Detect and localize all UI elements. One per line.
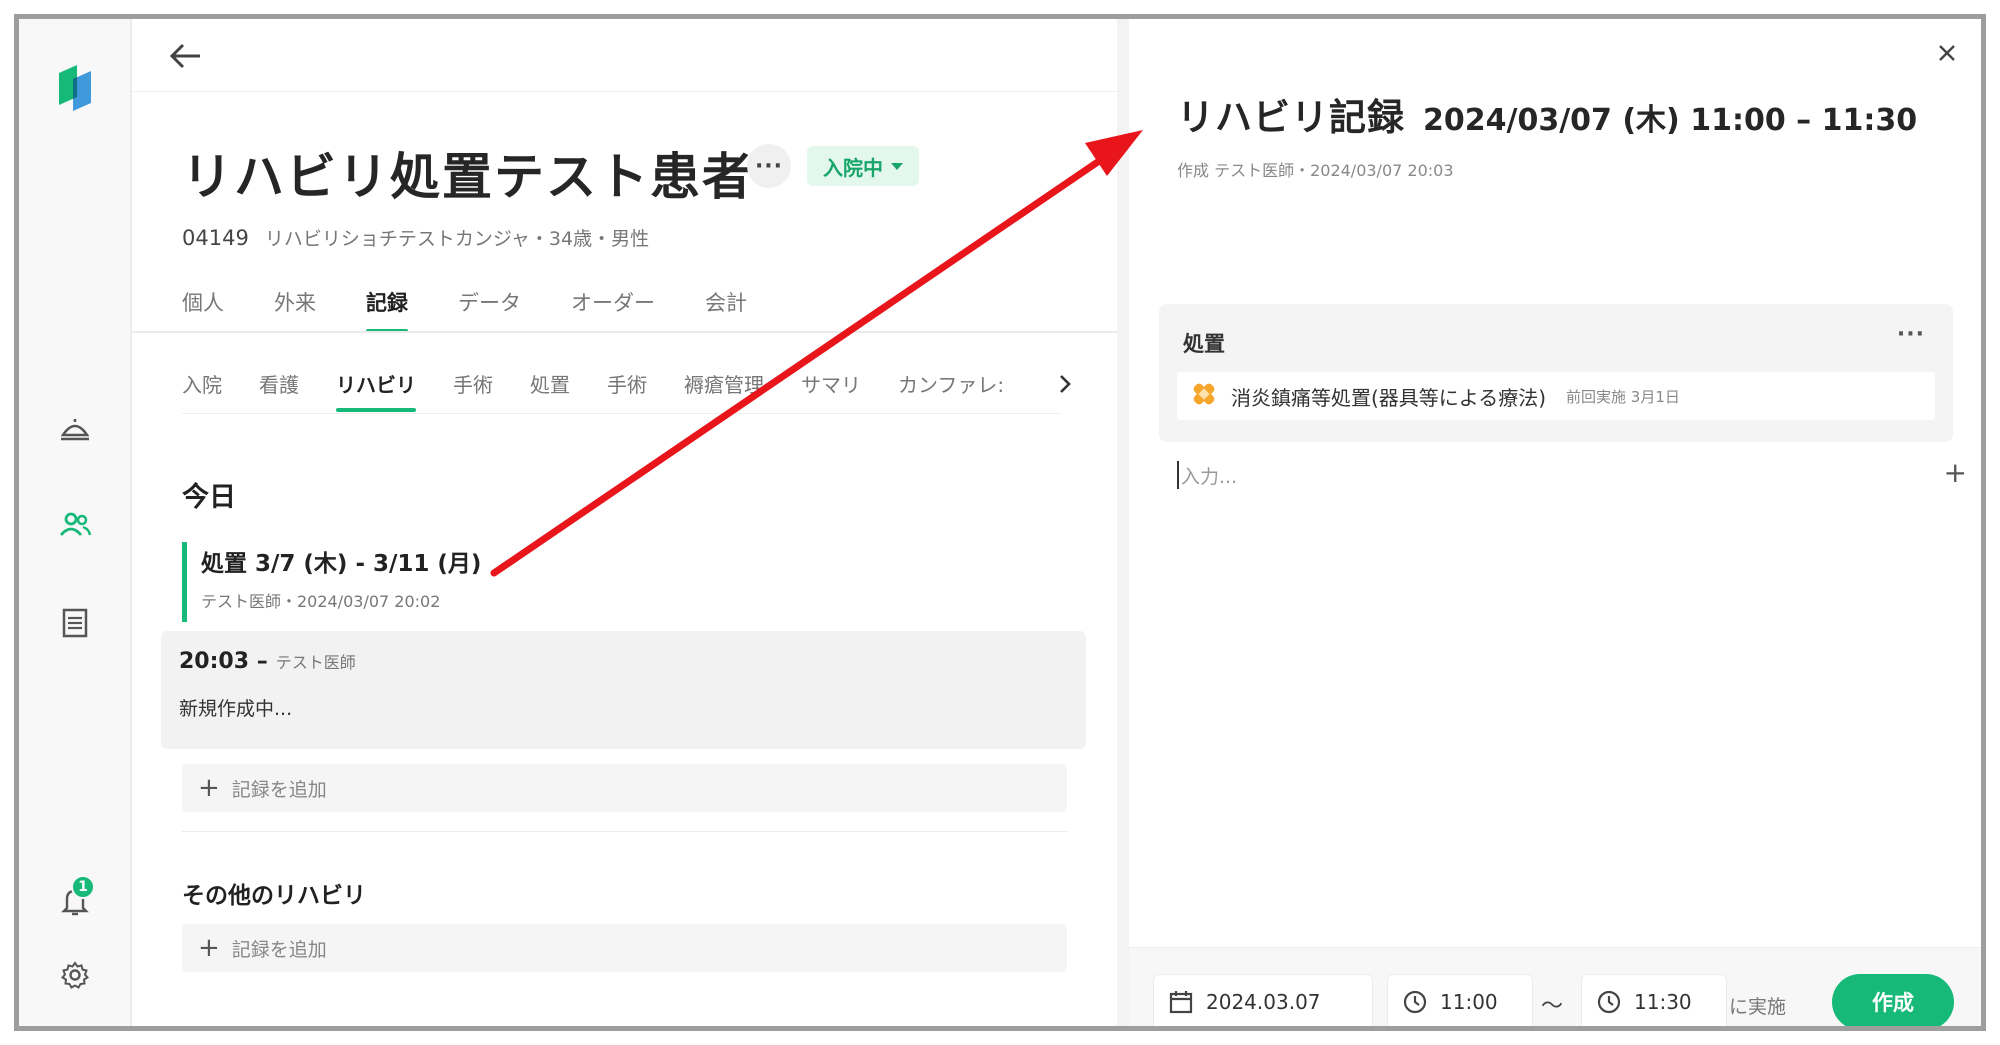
- calendar-icon: [1169, 991, 1193, 1014]
- date-value: 2024.03.07: [1206, 990, 1321, 1014]
- sidebar: 1: [19, 19, 132, 1026]
- patient-main-pane: リハビリ処置テスト患者 ··· 入院中 04149 リハビリショチテストカンジャ…: [132, 19, 1117, 1026]
- chevron-right-icon[interactable]: [1052, 369, 1078, 399]
- today-heading: 今日: [182, 482, 236, 513]
- end-time-field[interactable]: 11:30: [1581, 974, 1727, 1026]
- panel-footer: 2024.03.07 11:00 〜 11:30 に実施 作成: [1129, 947, 1981, 1026]
- pane-splitter[interactable]: [1117, 19, 1129, 1026]
- treatment-card: 処置 ··· 消炎鎮痛等処置(器具等による療法) 前回実施 3月1日: [1159, 304, 1953, 442]
- panel-title-datetime: 2024/03/07 (木) 11:00 – 11:30: [1423, 103, 1918, 138]
- draft-time-label: 20:03 –: [179, 649, 268, 674]
- other-rehab-heading: その他のリハビリ: [182, 883, 366, 909]
- patients-icon[interactable]: [53, 503, 97, 547]
- subtab-pressure-ulcer[interactable]: 褥瘡管理: [684, 369, 764, 412]
- clock-icon: [1403, 990, 1427, 1014]
- time-range-separator: 〜: [1541, 994, 1564, 1019]
- home-icon[interactable]: [53, 407, 97, 451]
- treatment-entry-meta: テスト医師・2024/03/07 20:02: [201, 592, 441, 611]
- subtab-admission[interactable]: 入院: [182, 369, 222, 412]
- settings-gear-icon[interactable]: [53, 953, 97, 997]
- rehab-record-panel: リハビリ記録 2024/03/07 (木) 11:00 – 11:30 作成 テス…: [1129, 19, 1981, 1026]
- patient-name: リハビリ処置テスト患者: [182, 148, 754, 206]
- subtab-treatment[interactable]: 処置: [530, 369, 570, 412]
- plus-icon: +: [198, 773, 220, 803]
- subtab-surgery[interactable]: 手術: [453, 369, 493, 412]
- add-record-label: 記録を追加: [231, 778, 327, 801]
- treatment-item[interactable]: 消炎鎮痛等処置(器具等による療法) 前回実施 3月1日: [1177, 372, 1935, 420]
- admission-status-dropdown[interactable]: 入院中: [807, 146, 919, 186]
- patient-meta: 04149 リハビリショチテストカンジャ・34歳・男性: [182, 224, 649, 251]
- tab-billing[interactable]: 会計: [705, 287, 747, 333]
- header-divider: [132, 91, 1117, 92]
- chevron-down-icon: [891, 162, 903, 170]
- record-subtabs: 入院 看護 リハビリ 手術 処置 手術 褥瘡管理 サマリ カンファレ:: [182, 369, 1052, 412]
- add-record-button-other[interactable]: + 記録を追加: [182, 924, 1067, 972]
- subtab-surgery-2[interactable]: 手術: [607, 369, 647, 412]
- app-window: 1 リハビリ処置テスト患者 ··· 入院中 04149 リハビリショチテストカン…: [14, 14, 1986, 1031]
- start-time-field[interactable]: 11:00: [1387, 974, 1533, 1026]
- performed-label: に実施: [1729, 996, 1787, 1018]
- draft-author: テスト医師: [275, 653, 356, 672]
- tabs-divider: [132, 331, 1117, 333]
- draft-record-time: 20:03 – テスト医師: [179, 649, 1068, 674]
- subtabs-divider: [182, 413, 1062, 414]
- treatment-card-heading: 処置: [1183, 332, 1225, 356]
- patient-more-button[interactable]: ···: [747, 144, 791, 188]
- draft-status: 新規作成中...: [179, 698, 293, 720]
- tab-orders[interactable]: オーダー: [571, 287, 655, 333]
- patient-details: リハビリショチテストカンジャ・34歳・男性: [264, 228, 650, 250]
- notification-count-badge: 1: [71, 875, 95, 899]
- subtab-summary[interactable]: サマリ: [801, 369, 861, 412]
- treatment-name: 消炎鎮痛等処置(器具等による療法): [1231, 385, 1547, 410]
- add-icon[interactable]: +: [1944, 459, 1967, 487]
- subtab-nursing[interactable]: 看護: [259, 369, 299, 412]
- tab-personal[interactable]: 個人: [182, 287, 224, 333]
- tab-data[interactable]: データ: [458, 287, 521, 333]
- text-caret: [1177, 461, 1179, 489]
- patient-id: 04149: [182, 226, 249, 250]
- draft-record-card[interactable]: 20:03 – テスト医師 新規作成中...: [161, 631, 1086, 749]
- bandage-icon: [1189, 379, 1219, 413]
- tab-outpatient[interactable]: 外来: [274, 287, 316, 333]
- plus-icon: +: [198, 933, 220, 963]
- treatment-last-done: 前回実施 3月1日: [1566, 387, 1680, 406]
- tab-records[interactable]: 記録: [366, 287, 408, 333]
- back-button[interactable]: [162, 33, 208, 79]
- treatment-entry-title: 処置 3/7 (木) - 3/11 (月): [201, 551, 482, 577]
- treatment-entry[interactable]: 処置 3/7 (木) - 3/11 (月) テスト医師・2024/03/07 2…: [182, 542, 1002, 622]
- date-field[interactable]: 2024.03.07: [1153, 974, 1373, 1026]
- records-list-icon[interactable]: [53, 601, 97, 645]
- main-tabs: 個人 外来 記録 データ オーダー 会計: [182, 287, 797, 333]
- panel-title: リハビリ記録 2024/03/07 (木) 11:00 – 11:30: [1177, 87, 1917, 141]
- section-divider: [182, 831, 1067, 832]
- panel-title-label: リハビリ記録: [1177, 96, 1405, 139]
- admission-status-label: 入院中: [823, 155, 883, 180]
- start-time-value: 11:00: [1440, 990, 1498, 1014]
- note-input-placeholder: 入力...: [1181, 465, 1238, 488]
- end-time-value: 11:30: [1634, 990, 1692, 1014]
- close-icon[interactable]: [1927, 33, 1967, 73]
- subtab-conference[interactable]: カンファレ:: [898, 369, 1004, 412]
- panel-created-meta: 作成 テスト医師・2024/03/07 20:03: [1177, 161, 1454, 180]
- add-record-label: 記録を追加: [231, 938, 327, 961]
- subtab-rehab[interactable]: リハビリ: [336, 369, 416, 412]
- add-record-button-today[interactable]: + 記録を追加: [182, 764, 1067, 812]
- clock-icon: [1597, 990, 1621, 1014]
- treatment-more-button[interactable]: ···: [1897, 322, 1925, 347]
- app-logo-icon[interactable]: [55, 61, 95, 115]
- create-button[interactable]: 作成: [1832, 974, 1954, 1026]
- notifications-bell-icon[interactable]: 1: [53, 875, 97, 923]
- note-input[interactable]: 入力... +: [1177, 455, 1967, 495]
